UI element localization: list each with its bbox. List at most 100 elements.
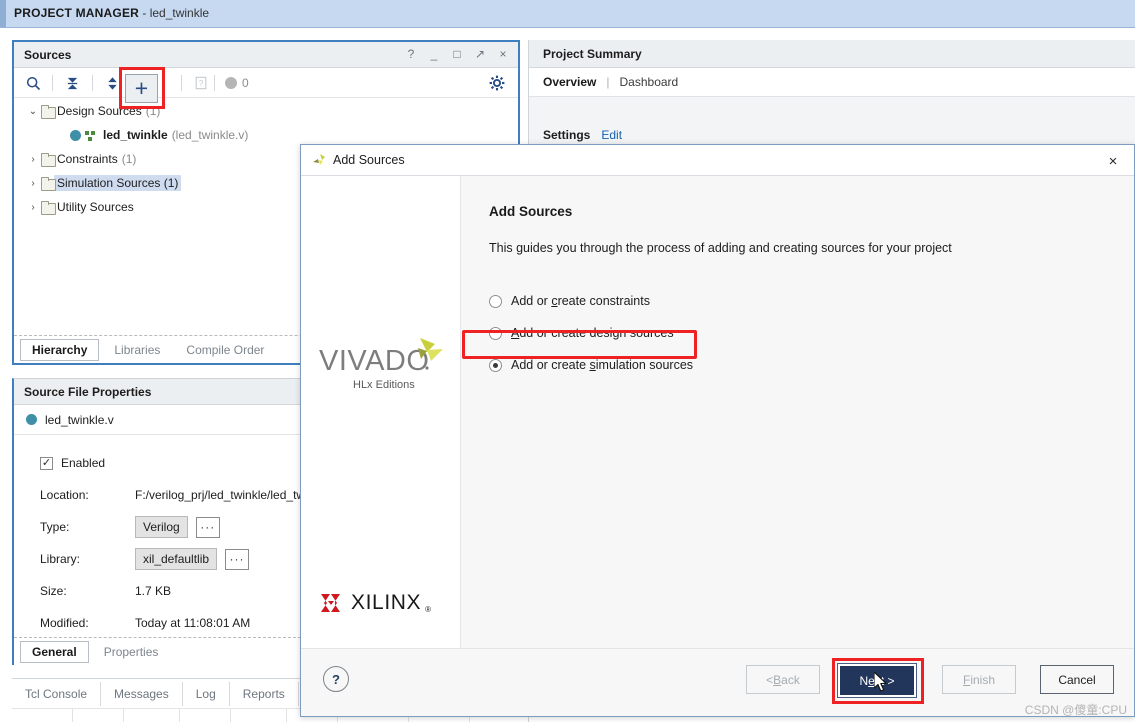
radio-icon[interactable] xyxy=(489,358,502,372)
tab-reports[interactable]: Reports xyxy=(230,681,299,706)
sources-titlebar: Sources ? _ □ ↗ × xyxy=(14,42,518,68)
file-status-dot-icon xyxy=(70,129,81,141)
library-browse-button[interactable]: ··· xyxy=(225,548,250,570)
btn-mnemonic: e xyxy=(868,673,875,688)
tab-properties[interactable]: Properties xyxy=(93,642,170,662)
panel-maximize-icon[interactable]: □ xyxy=(450,46,464,62)
summary-panel-title: Project Summary xyxy=(543,47,642,61)
radio-option-design-sources[interactable]: Add or create design sources xyxy=(489,317,1134,349)
twisty-icon[interactable]: ⌄ xyxy=(26,106,40,117)
banner-title: PROJECT MANAGER xyxy=(14,6,140,20)
folder-icon xyxy=(40,104,57,119)
folder-icon xyxy=(40,176,57,191)
summary-tab-overview[interactable]: Overview xyxy=(543,75,596,89)
panel-help-icon[interactable]: ? xyxy=(404,46,418,62)
tab-compile-order[interactable]: Compile Order xyxy=(175,340,275,360)
tab-tcl-console[interactable]: Tcl Console xyxy=(12,681,102,706)
panel-minimize-icon[interactable]: _ xyxy=(427,46,441,62)
banner-text: PROJECT MANAGER - led_twinkle xyxy=(14,6,209,20)
add-sources-icon[interactable]: + xyxy=(125,74,158,103)
tab-messages[interactable]: Messages xyxy=(101,681,183,706)
tree-item-design-sources[interactable]: ⌄ Design Sources (1) xyxy=(14,99,518,123)
row-value: 1.7 KB xyxy=(135,584,172,598)
row-label: Modified: xyxy=(40,616,89,630)
dialog-help-button[interactable]: ? xyxy=(323,666,349,692)
xilinx-wordmark: XILINX xyxy=(351,591,422,614)
radio-icon[interactable] xyxy=(489,326,502,340)
dialog-sidebar: VIVADO HLx Editions XILINX ® xyxy=(301,176,461,648)
toolbar-divider-1 xyxy=(52,75,53,91)
settings-edit-link[interactable]: Edit xyxy=(601,128,622,142)
twisty-icon[interactable]: › xyxy=(26,202,40,213)
tree-item-selected-wrap: Simulation Sources (1) xyxy=(54,175,182,191)
summary-titlebar: Project Summary xyxy=(529,40,1135,68)
radio-label-pre: Add or xyxy=(511,294,552,308)
btn-mnemonic: B xyxy=(773,672,782,687)
radio-label-post: imulation sources xyxy=(595,358,694,372)
svg-text:?: ? xyxy=(199,79,204,88)
library-field[interactable]: xil_defaultlib xyxy=(135,548,218,570)
tree-item-count: (1) xyxy=(121,152,137,166)
dialog-title: Add Sources xyxy=(333,153,405,167)
radio-option-simulation-sources[interactable]: Add or create simulation sources xyxy=(489,349,1134,381)
xilinx-registered-mark: ® xyxy=(425,605,432,614)
xilinx-logo: XILINX ® xyxy=(319,588,449,618)
radio-option-constraints[interactable]: Add or create constraints xyxy=(489,285,1134,317)
radio-label-pre: Add or create xyxy=(511,358,590,372)
banner-accent-stripe xyxy=(0,0,6,27)
vivado-app-icon xyxy=(311,153,327,169)
properties-file-name: led_twinkle.v xyxy=(45,412,114,427)
cancel-button[interactable]: Cancel xyxy=(1040,665,1114,694)
tab-general[interactable]: General xyxy=(20,640,89,663)
vivado-logo: VIVADO HLx Editions xyxy=(317,336,452,396)
summary-subbar: Overview | Dashboard xyxy=(529,68,1135,97)
collapse-all-icon[interactable] xyxy=(61,72,83,94)
btn-pre: N xyxy=(859,673,869,688)
radio-label-post: dd or create design sources xyxy=(519,326,674,340)
radio-icon[interactable] xyxy=(489,294,502,308)
tab-libraries[interactable]: Libraries xyxy=(103,340,171,360)
tree-item-label: led_twinkle xyxy=(103,128,168,142)
tree-item-label: Utility Sources xyxy=(57,200,134,214)
radio-label: Add or create constraints xyxy=(511,294,650,308)
csdn-watermark: CSDN @傻童:CPU xyxy=(1024,703,1127,717)
dialog-footer: ? < Back Finish Cancel xyxy=(301,648,1134,716)
twisty-icon[interactable]: › xyxy=(26,154,40,165)
type-browse-button[interactable]: ··· xyxy=(195,516,220,538)
xilinx-mark-icon xyxy=(321,594,340,612)
row-value: F:/verilog_prj/led_twinkle/led_tw xyxy=(135,488,306,502)
add-sources-dialog: Add Sources × VIVADO HLx Editions XILINX… xyxy=(300,144,1135,717)
toolbar-divider-2 xyxy=(92,75,93,91)
next-button[interactable]: Ne xt > xyxy=(837,663,917,698)
toolbar-divider-4 xyxy=(181,75,182,91)
banner-project-name: led_twinkle xyxy=(149,6,210,20)
btn-post: xt > xyxy=(874,673,895,688)
status-count: 0 xyxy=(242,76,249,90)
gear-icon[interactable] xyxy=(486,72,508,94)
twisty-icon[interactable]: › xyxy=(26,178,40,189)
folder-icon xyxy=(40,200,57,215)
module-icon xyxy=(85,129,97,141)
enabled-checkbox[interactable]: ✓ xyxy=(40,456,53,470)
tab-hierarchy[interactable]: Hierarchy xyxy=(20,338,100,361)
close-icon[interactable]: × xyxy=(1100,149,1126,173)
type-field[interactable]: Verilog xyxy=(135,516,188,538)
panel-float-icon[interactable]: ↗ xyxy=(473,46,487,62)
btn-mnemonic: F xyxy=(962,672,971,687)
summary-settings-row: Settings Edit xyxy=(543,128,622,142)
dialog-titlebar: Add Sources × xyxy=(301,145,1134,176)
help-icon: ? xyxy=(190,72,212,94)
settings-label: Settings xyxy=(543,128,591,142)
strip-cell xyxy=(124,709,180,722)
summary-tab-dashboard[interactable]: Dashboard xyxy=(620,75,679,89)
search-icon[interactable] xyxy=(22,72,44,94)
tree-item-label: Constraints xyxy=(57,152,118,166)
vivado-wordmark: VIVADO xyxy=(319,345,429,377)
project-manager-banner: PROJECT MANAGER - led_twinkle xyxy=(0,0,1135,28)
row-label: Size: xyxy=(40,584,67,598)
tab-log[interactable]: Log xyxy=(183,681,230,706)
tree-item-count: (1) xyxy=(163,176,179,190)
toolbar-divider-5 xyxy=(214,75,215,91)
panel-close-icon[interactable]: × xyxy=(496,46,510,62)
dialog-heading: Add Sources xyxy=(489,204,573,219)
